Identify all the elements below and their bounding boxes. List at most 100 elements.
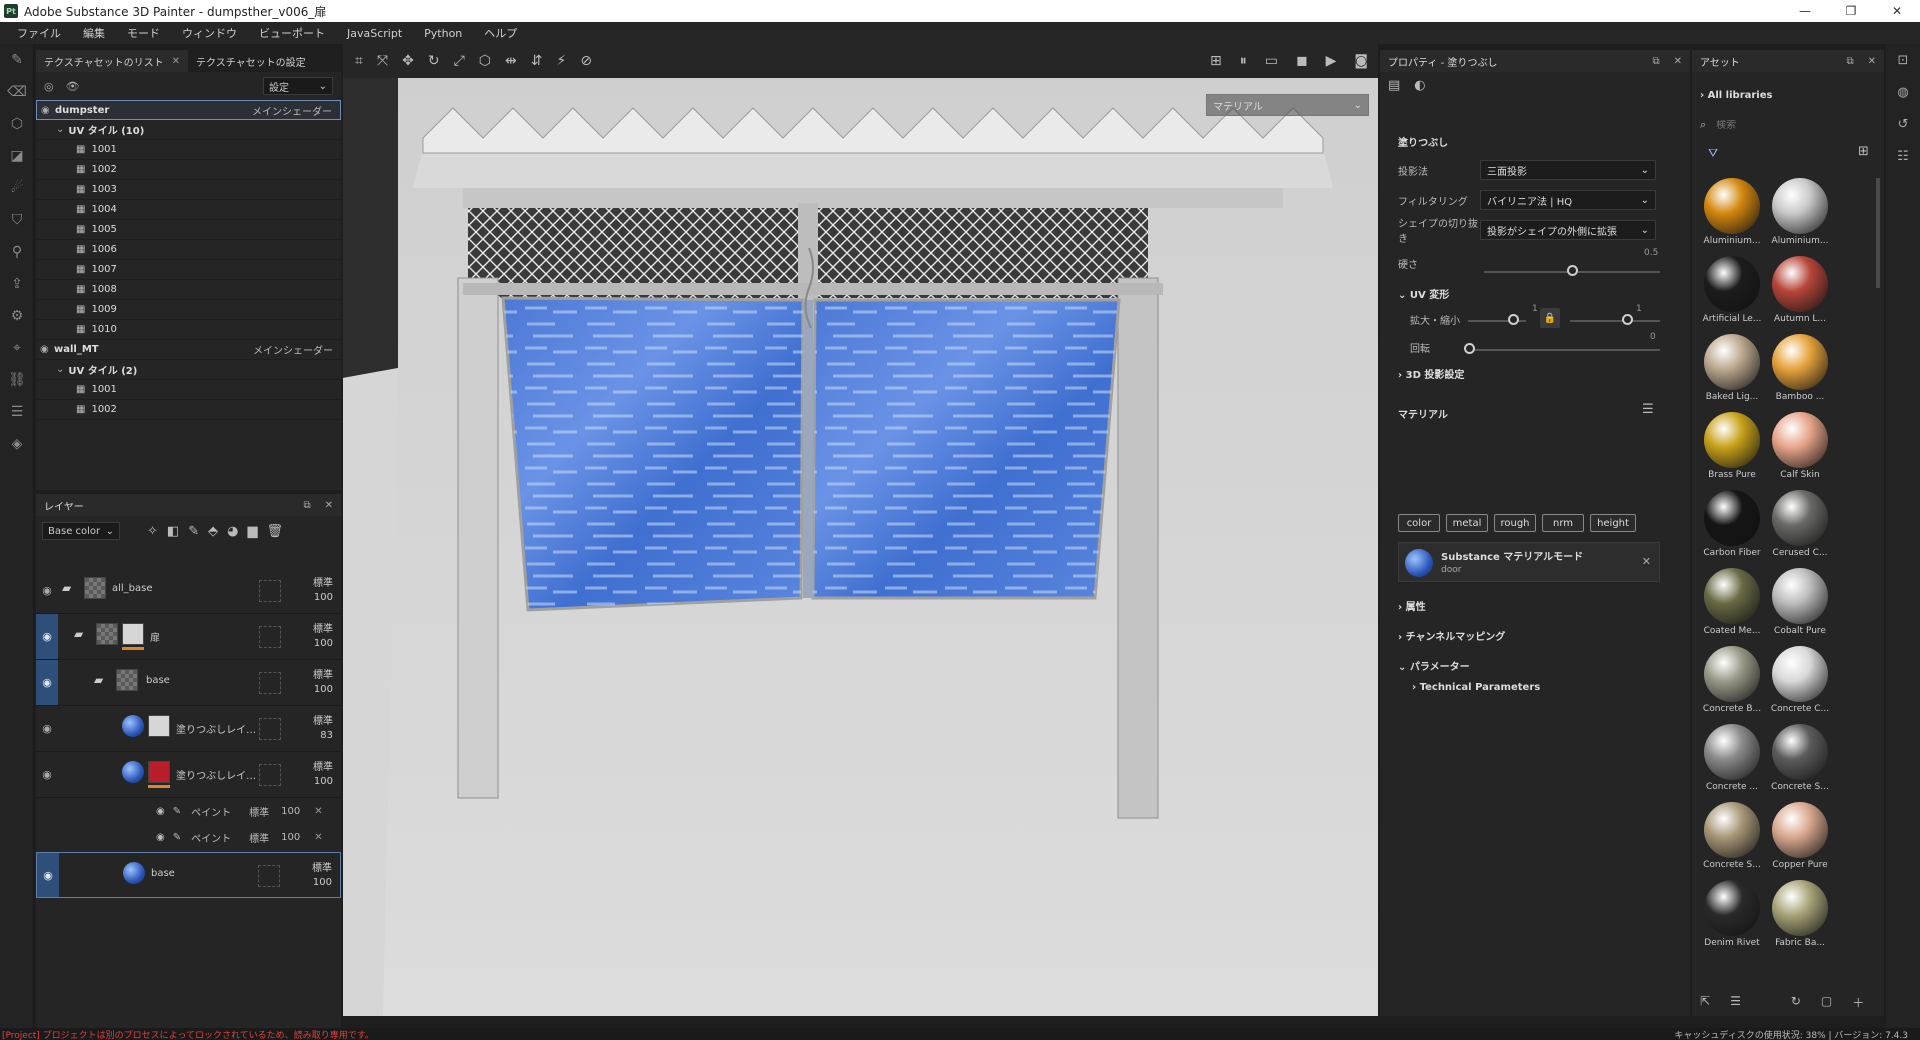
menu-edit[interactable]: 編集: [72, 25, 116, 41]
float-panel-icon[interactable]: ⧉: [1846, 56, 1853, 67]
add-paint-layer-icon[interactable]: ✎: [188, 524, 199, 539]
layer-row[interactable]: ◉ base 標準 100: [36, 852, 341, 898]
export-icon[interactable]: ⇪: [0, 268, 34, 300]
color-picker-icon[interactable]: ⚲: [0, 236, 34, 268]
channel-select[interactable]: Base color ⌄: [42, 522, 120, 540]
chevron-down-icon[interactable]: ⌄: [56, 124, 64, 135]
opacity-field[interactable]: 100: [288, 877, 332, 888]
add-mask-icon[interactable]: ◧: [167, 524, 179, 539]
eye-icon[interactable]: ◉: [36, 614, 58, 659]
close-icon[interactable]: ✕: [325, 500, 333, 511]
import-icon[interactable]: ⇱: [1700, 994, 1710, 1011]
opacity-field[interactable]: 83: [289, 730, 333, 741]
viewport-scene[interactable]: [343, 78, 1378, 1016]
uv-tile-group[interactable]: ⌄ UV タイル (10): [36, 120, 341, 140]
view-2d-icon[interactable]: ▭: [1265, 53, 1278, 69]
new-window-icon[interactable]: ▢: [1821, 994, 1832, 1011]
display-mode-dropdown[interactable]: マテリアル ⌄: [1206, 94, 1369, 116]
opacity-field[interactable]: 100: [289, 592, 333, 603]
eye-icon[interactable]: ◉: [156, 806, 165, 817]
blend-mode-select[interactable]: 標準: [249, 804, 269, 819]
close-icon[interactable]: ✕: [1868, 56, 1876, 67]
uv-tile-group[interactable]: ⌄ UV タイル (2): [36, 360, 341, 380]
asset-tile[interactable]: Fabric Ba...: [1766, 880, 1834, 956]
parameters-header[interactable]: ⌄ パラメーター: [1398, 658, 1470, 673]
uv-tile-row[interactable]: ▦ 1005: [36, 220, 341, 240]
opacity-field[interactable]: 100: [281, 832, 300, 843]
channel-mapping-header[interactable]: › チャンネルマッピング: [1398, 628, 1505, 643]
layer-mask[interactable]: [122, 623, 144, 645]
effect-row[interactable]: ◉ ✎ ペイント 標準 100 ✕: [36, 824, 341, 850]
shader-select[interactable]: メインシェーダー: [252, 103, 332, 118]
asset-tile[interactable]: Concrete S...: [1698, 802, 1766, 878]
layer-mask[interactable]: [148, 761, 170, 783]
assets-icon[interactable]: ⊡: [1886, 44, 1920, 76]
shader-select[interactable]: メインシェーダー: [253, 342, 333, 357]
menu-mode[interactable]: モード: [116, 25, 171, 41]
eye-icon[interactable]: ◉: [41, 105, 55, 116]
close-icon[interactable]: ✕: [314, 832, 322, 843]
eye-icon[interactable]: ◉: [156, 832, 165, 843]
link-icon[interactable]: ⛓: [0, 364, 34, 396]
menu-icon[interactable]: ☰: [1642, 402, 1654, 417]
material-icon[interactable]: ◈: [0, 428, 34, 460]
asset-tile[interactable]: Coated Me...: [1698, 568, 1766, 644]
texture-set-row[interactable]: ◉ dumpster メインシェーダー: [36, 100, 341, 120]
close-icon[interactable]: ✕: [172, 56, 180, 67]
blend-mode-select[interactable]: 標準: [289, 620, 333, 635]
channel-toggle-height[interactable]: height: [1590, 514, 1636, 532]
shape-crop-dropdown[interactable]: 投影がシェイプの外側に拡張 ⌄: [1480, 220, 1656, 240]
eraser-icon[interactable]: ⌫: [0, 76, 34, 108]
refresh-icon[interactable]: ↻: [1791, 994, 1801, 1011]
material-slot[interactable]: Substance マテリアルモード door ✕: [1398, 542, 1660, 582]
asset-tile[interactable]: Concrete S...: [1766, 724, 1834, 800]
hide-icon[interactable]: ◎: [44, 80, 54, 93]
log-icon[interactable]: ☷: [1886, 140, 1920, 172]
eye-icon[interactable]: 👁: [66, 80, 80, 93]
scrollbar[interactable]: [1876, 178, 1880, 288]
tab-texture-set-list[interactable]: テクスチャセットのリスト ✕: [36, 50, 188, 72]
asset-search[interactable]: ⌕: [1700, 116, 1876, 134]
search-input[interactable]: [1716, 119, 1857, 131]
eye-icon[interactable]: ◉: [40, 344, 54, 355]
globe-icon[interactable]: ◍: [1886, 76, 1920, 108]
layer-stack-icon[interactable]: ☰: [0, 396, 34, 428]
reset-icon[interactable]: ⊘: [580, 53, 592, 69]
asset-tile[interactable]: Carbon Fiber: [1698, 490, 1766, 566]
layer-mask[interactable]: [148, 715, 170, 737]
smudge-icon[interactable]: ☄: [0, 172, 34, 204]
layer-properties-tab-icon[interactable]: ▤: [1388, 78, 1400, 93]
measure-icon[interactable]: ⌖: [0, 332, 34, 364]
uv-tile-row[interactable]: ▦ 1004: [36, 200, 341, 220]
uv-tile-row[interactable]: ▦ 1009: [36, 300, 341, 320]
uv-tile-row[interactable]: ▦ 1001: [36, 380, 341, 400]
bake-icon[interactable]: ⚙: [0, 300, 34, 332]
render-mode-icon[interactable]: ⊞: [1210, 53, 1222, 69]
rotate-icon[interactable]: ↻: [428, 53, 440, 69]
menu-viewport[interactable]: ビューポート: [248, 25, 336, 41]
float-panel-icon[interactable]: ⧉: [1652, 56, 1659, 67]
asset-tile[interactable]: Autumn L...: [1766, 256, 1834, 332]
blend-mode-select[interactable]: 標準: [289, 666, 333, 681]
uv-tile-row[interactable]: ▦ 1002: [36, 160, 341, 180]
blend-mode-select[interactable]: 標準: [289, 712, 333, 727]
mirror-x-icon[interactable]: ⇹: [505, 53, 517, 69]
uv-tile-row[interactable]: ▦ 1003: [36, 180, 341, 200]
minimize-button[interactable]: —: [1782, 0, 1828, 22]
filtering-dropdown[interactable]: バイリニア法 | HQ ⌄: [1480, 190, 1656, 210]
delete-icon[interactable]: 🗑: [266, 524, 283, 539]
asset-tile[interactable]: Concrete B...: [1698, 646, 1766, 722]
scale-v-handle[interactable]: [1622, 314, 1633, 325]
library-selector[interactable]: › All libraries: [1700, 90, 1772, 101]
layer-row[interactable]: ◉ 塗りつぶしレイ… 標準 83: [36, 706, 341, 752]
layer-row[interactable]: ◉ ▰ base 標準 100: [36, 660, 341, 706]
close-icon[interactable]: ✕: [1642, 555, 1651, 568]
asset-tile[interactable]: Bamboo ...: [1766, 334, 1834, 410]
camera-icon[interactable]: ▶: [1326, 53, 1337, 69]
menu-python[interactable]: Python: [413, 27, 473, 40]
projection-dropdown[interactable]: 三面投影 ⌄: [1480, 160, 1656, 180]
uv-transform-header[interactable]: ⌄ UV 変形: [1398, 286, 1449, 301]
screenshot-icon[interactable]: ◙: [1354, 53, 1368, 69]
tab-texture-set-settings[interactable]: テクスチャセットの設定: [188, 50, 314, 72]
asset-tile[interactable]: Artificial Le...: [1698, 256, 1766, 332]
